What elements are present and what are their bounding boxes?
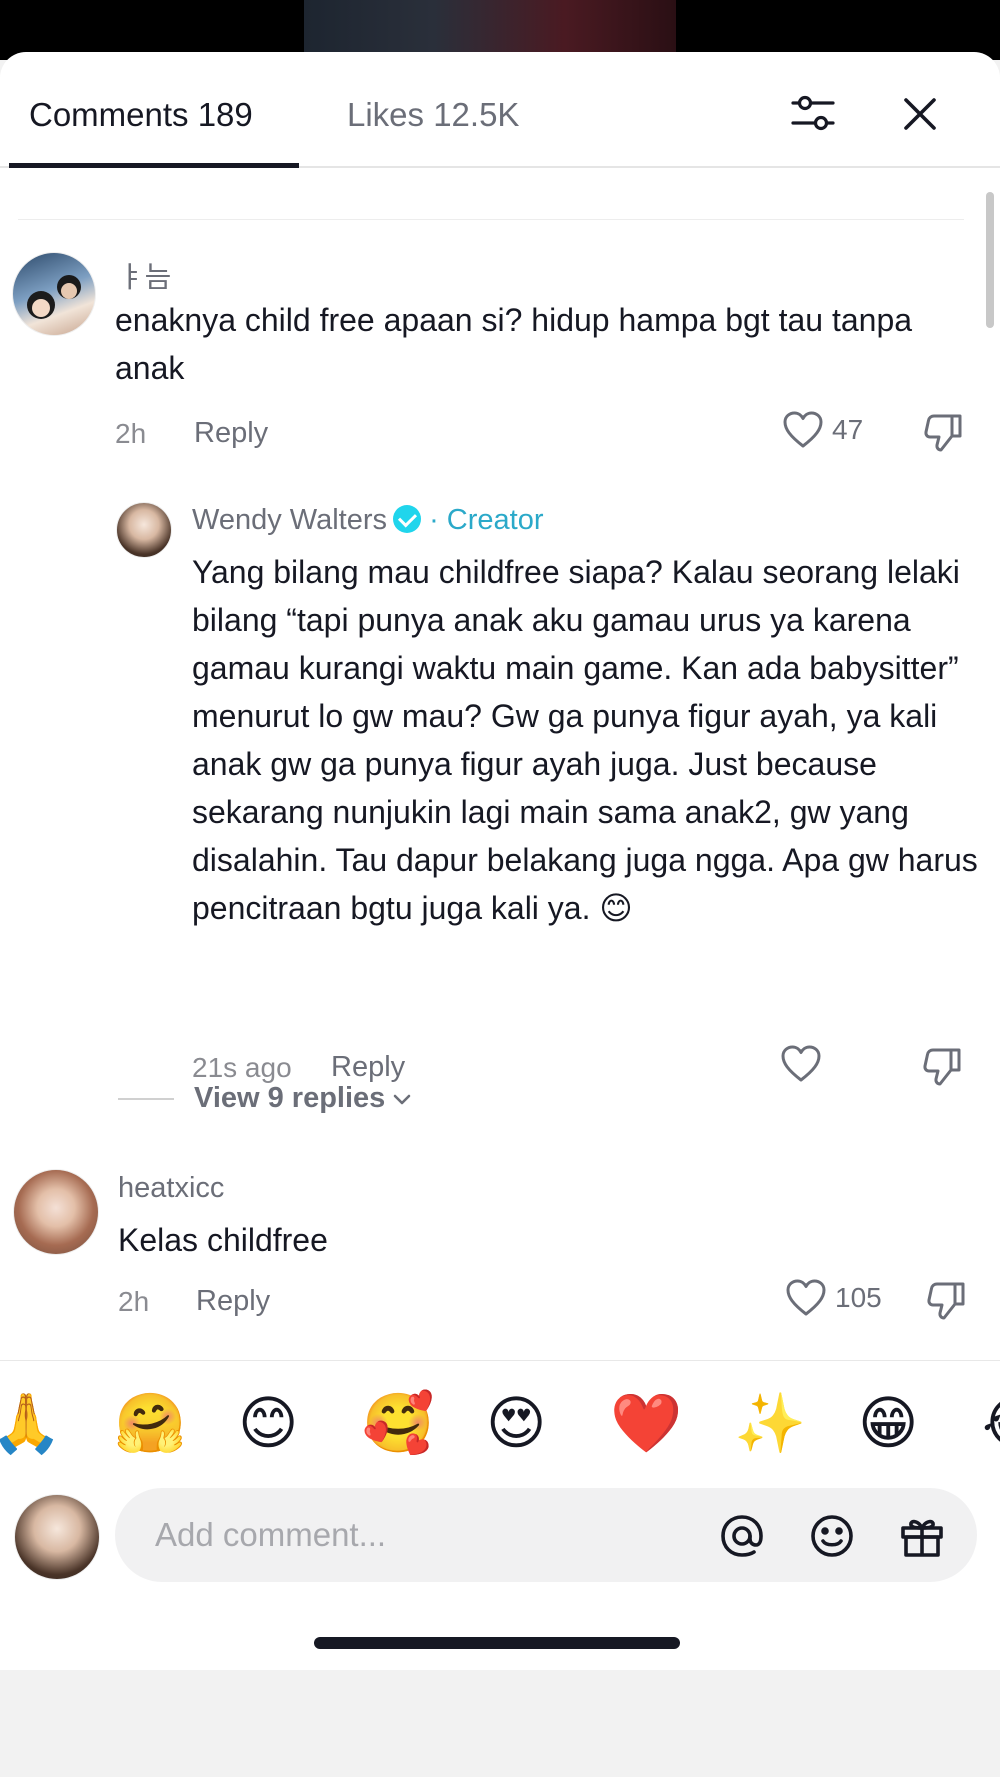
view-replies-button[interactable]: View 9 replies [118,1082,413,1115]
reply-button[interactable]: Reply [331,1051,405,1084]
avatar[interactable] [116,502,172,558]
emoji-sparkles[interactable]: ✨ [734,1391,806,1457]
comment-timestamp: 2h [118,1286,150,1317]
comment-username[interactable]: Wendy Walters [192,504,387,536]
heart-icon [783,411,823,448]
comment-timestamp: 2h [115,418,147,449]
emoji-heart-eyes[interactable]: 😍 [486,1391,546,1457]
comment-timestamp: 21s ago [192,1052,292,1083]
thumbs-down-icon[interactable] [925,1278,969,1327]
add-comment-input[interactable] [155,1510,655,1560]
video-thumbnail [304,0,676,60]
tab-bar: Comments 189 Likes 12.5K [0,52,1000,168]
home-indicator [314,1637,680,1649]
list-top-divider [18,219,964,220]
comment-input-pill [115,1488,977,1582]
scrollbar[interactable] [986,192,994,328]
thumbs-down-icon[interactable] [922,410,966,459]
tab-likes[interactable]: Likes 12.5K [347,96,519,134]
emoji-smile[interactable]: 😊 [238,1391,298,1457]
reply-button[interactable]: Reply [194,417,268,450]
thumbs-down-icon[interactable] [921,1044,965,1093]
like-count: 105 [835,1282,882,1313]
creator-username-row: Wendy Walters · Creator [192,504,543,537]
reply-button[interactable]: Reply [196,1285,270,1318]
creator-badge: · Creator [429,504,544,536]
avatar[interactable] [13,1169,99,1255]
comment-text: Kelas childfree [118,1222,328,1258]
emoji-joy[interactable]: 😂 [982,1391,1000,1457]
chevron-down-icon [394,1094,411,1104]
gift-icon[interactable] [898,1512,946,1565]
view-replies-label: View 9 replies [194,1082,386,1114]
heart-icon [781,1045,821,1082]
video-preview-strip [0,0,1000,60]
tab-comments[interactable]: Comments 189 [29,96,253,134]
view-replies-line [118,1097,174,1100]
emoji-hug[interactable]: 🤗 [114,1391,186,1457]
emoji-grin[interactable]: 😁 [858,1391,918,1457]
heart-icon [786,1279,826,1316]
comment-text: Yang bilang mau childfree siapa? Kalau s… [192,554,978,926]
filter-sliders-icon[interactable] [788,88,838,138]
like-count: 47 [832,414,864,445]
active-tab-indicator [9,163,299,168]
like-button[interactable]: 105 [785,1278,882,1318]
quick-emoji-bar: 🙏 🤗 😊 🥰 😍 ❤️ ✨ 😁 😂 [0,1360,1000,1476]
comment-username[interactable]: ㅑ늠 [118,254,171,296]
my-avatar[interactable] [14,1494,100,1580]
like-button[interactable] [780,1044,830,1084]
avatar[interactable] [12,252,96,336]
emoji-pray[interactable]: 🙏 [0,1391,62,1457]
emoji-red-heart[interactable]: ❤️ [610,1391,682,1457]
comments-sheet: Comments 189 Likes 12.5K ㅑ늠 enaknya chil… [0,52,1000,1670]
smiley-icon[interactable] [808,1512,856,1565]
emoji-smiling-hearts[interactable]: 🥰 [362,1391,434,1457]
at-sign-icon[interactable] [718,1512,766,1565]
verified-badge-icon [393,505,421,533]
comment-username[interactable]: heatxicc [118,1172,224,1205]
like-button[interactable]: 47 [782,410,863,450]
close-icon[interactable] [896,90,944,138]
comment-text: enaknya child free apaan si? hidup hampa… [115,302,913,386]
